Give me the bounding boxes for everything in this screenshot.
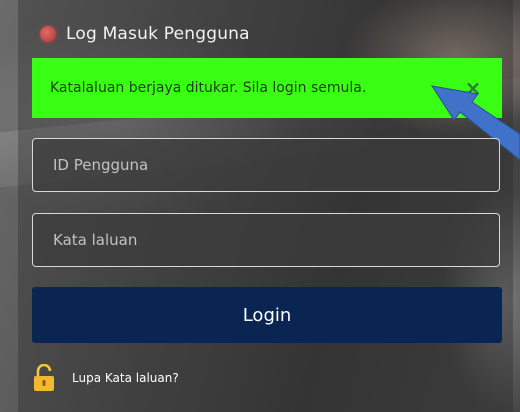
alert-message: Katalaluan berjaya ditukar. Sila login s… [50, 80, 367, 96]
user-id-input[interactable] [32, 138, 500, 192]
forgot-password-row: Lupa Kata laluan? [32, 364, 179, 392]
login-button[interactable]: Login [32, 287, 502, 343]
unlocked-padlock-icon [34, 364, 54, 391]
password-input[interactable] [32, 213, 500, 267]
login-header: Log Masuk Pengguna [40, 22, 250, 46]
page-title: Log Masuk Pengguna [66, 24, 250, 44]
red-dot-icon [40, 26, 56, 42]
forgot-password-link[interactable]: Lupa Kata laluan? [72, 371, 179, 385]
